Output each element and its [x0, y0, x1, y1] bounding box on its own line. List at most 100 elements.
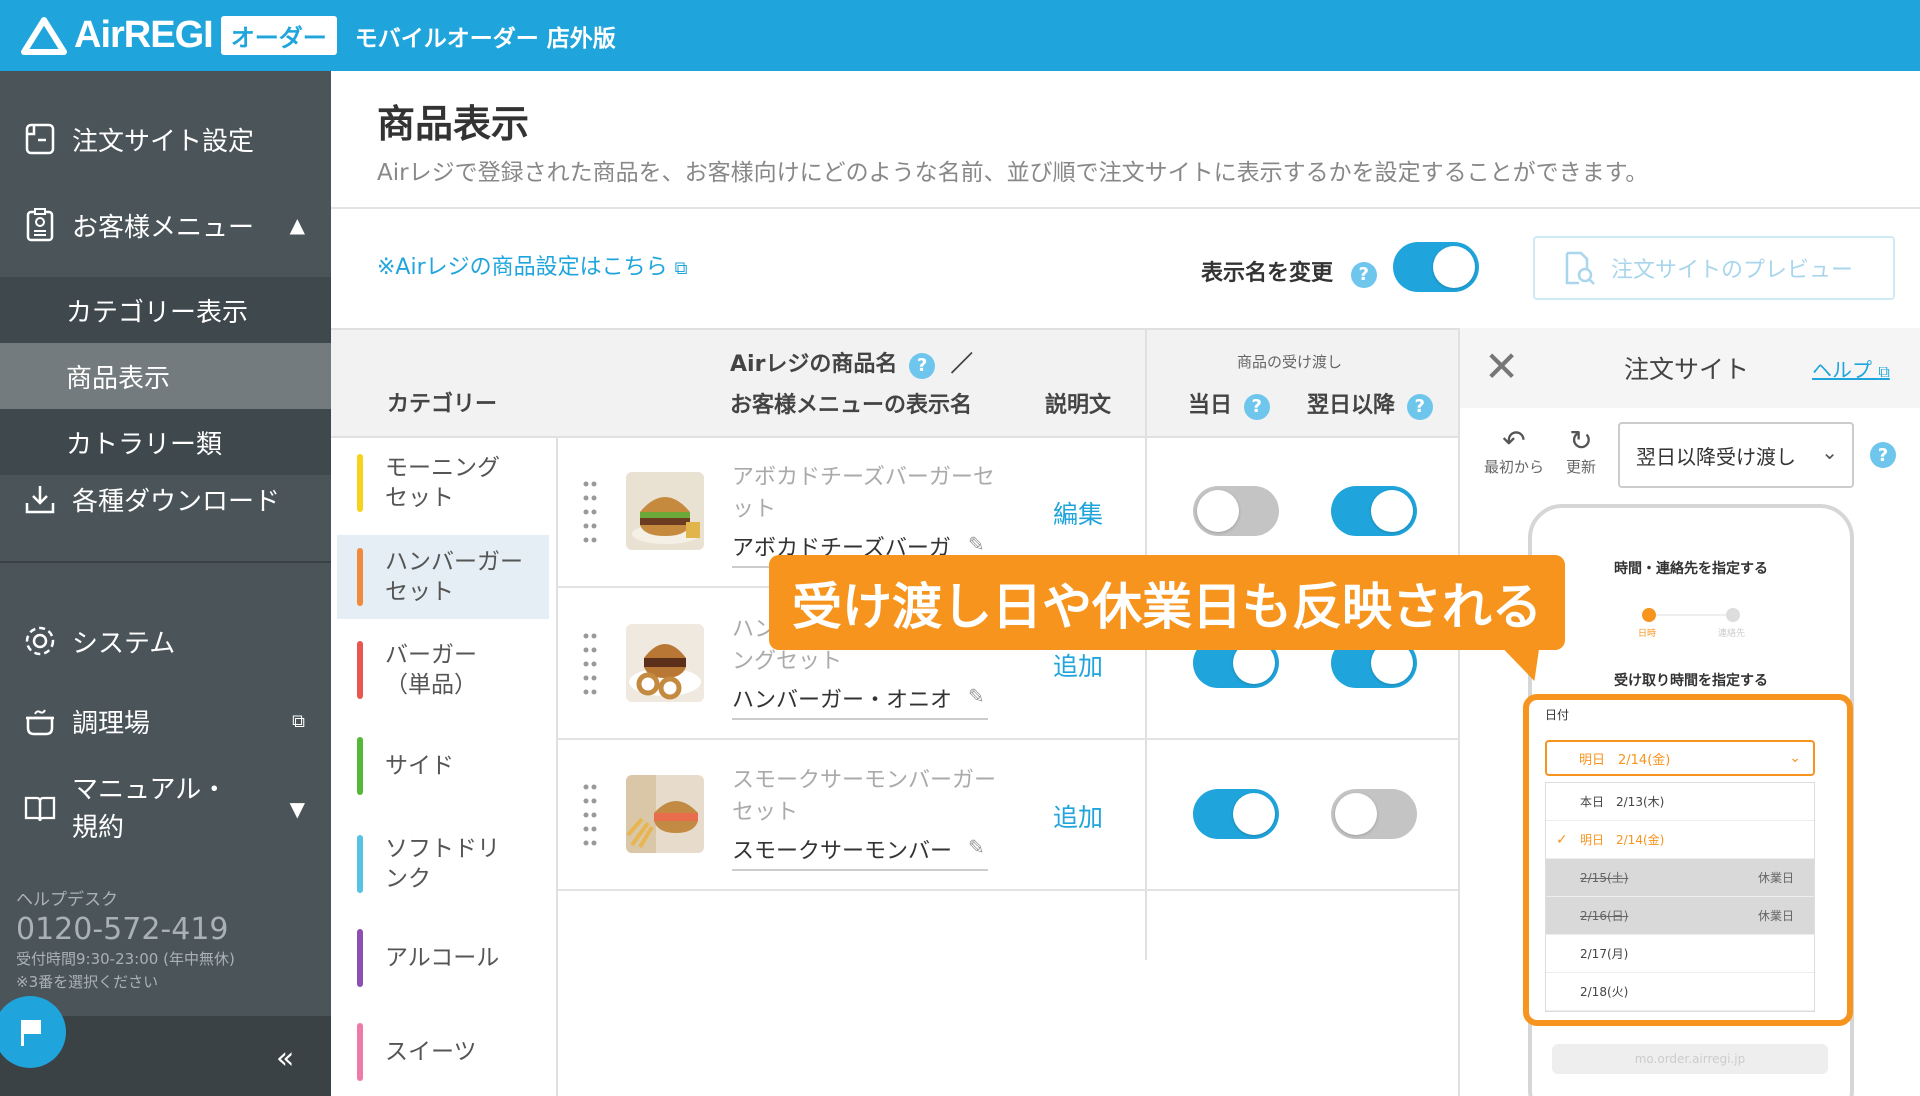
- step1-dot: [1642, 608, 1656, 622]
- category-label: バーガー （単品）: [385, 640, 477, 700]
- sidebar-subitem-product-display[interactable]: 商品表示: [0, 343, 331, 409]
- chevron-down-icon[interactable]: ▼: [290, 797, 305, 821]
- product-name-line1: スモークサーモンバーガー: [732, 768, 997, 793]
- page-description: Airレジで登録された商品を、お客様向けにどのような名前、並び順で注文サイトに表…: [377, 160, 1649, 186]
- category-item-hamburger-set[interactable]: ハンバーガー セット: [337, 535, 549, 619]
- refresh-label: 更新: [1566, 458, 1597, 476]
- category-color-bar: [357, 929, 363, 987]
- sidebar-item-system[interactable]: システム: [0, 617, 331, 665]
- undo-icon: ↶: [1502, 424, 1526, 457]
- help-icon[interactable]: ?: [909, 352, 936, 379]
- nextday-toggle[interactable]: [1331, 486, 1417, 536]
- panel-help-link[interactable]: ヘルプ ⧉: [1812, 354, 1890, 383]
- date-option: 2/15(土) 休業日: [1546, 859, 1814, 897]
- today-toggle[interactable]: [1193, 789, 1279, 839]
- category-label-line2: （単品）: [385, 672, 477, 698]
- category-item-morning[interactable]: モーニング セット: [337, 438, 549, 528]
- rename-toggle[interactable]: [1393, 242, 1479, 292]
- sidebar-item-label: 各種ダウンロード: [72, 486, 281, 517]
- pencil-icon[interactable]: ✎: [968, 684, 985, 708]
- display-name-field[interactable]: スモークサーモンバー: [732, 833, 988, 871]
- category-item-soft-drink[interactable]: ソフトドリ ンク: [337, 820, 549, 908]
- drag-handle-icon[interactable]: [582, 480, 598, 546]
- link-label: ※Airレジの商品設定はこちら: [377, 255, 668, 280]
- help-icon[interactable]: ?: [1870, 442, 1896, 468]
- flag-icon: [21, 1020, 41, 1046]
- sidebar-subitem-label: カトラリー類: [66, 429, 223, 460]
- category-item-alcohol[interactable]: アルコール: [337, 914, 549, 1002]
- external-link-icon: ⧉: [1878, 362, 1890, 381]
- pencil-icon[interactable]: ✎: [968, 532, 985, 556]
- product-image: [626, 775, 704, 853]
- drag-handle-icon[interactable]: [582, 632, 598, 698]
- close-icon[interactable]: ✕: [1484, 342, 1519, 391]
- date-select[interactable]: 明日 2/14(金) ⌄: [1545, 740, 1815, 776]
- date-option-label: 本日 2/13(木): [1580, 795, 1665, 809]
- divider: [331, 207, 1920, 209]
- today-toggle[interactable]: [1193, 486, 1279, 536]
- app-header: AirREGI オーダー モバイルオーダー 店外版: [0, 0, 1920, 71]
- step-indicator: 日時 連絡先: [1632, 608, 1752, 639]
- table-header: カテゴリー Airレジの商品名 ? ／ お客様メニューの表示名 説明文 商品の受…: [331, 328, 1458, 438]
- display-name-field[interactable]: ハンバーガー・オニオ: [732, 682, 988, 720]
- helpdesk-info: ヘルプデスク 0120-572-419 受付時間9:30-23:00 (年中無休…: [16, 885, 235, 993]
- help-icon[interactable]: ?: [1350, 261, 1377, 288]
- rename-toggle-label: 表示名を変更 ?: [1201, 255, 1377, 288]
- holiday-tag: 休業日: [1757, 909, 1794, 923]
- refresh-button[interactable]: ↻ 更新: [1566, 426, 1596, 477]
- site-settings-icon: [22, 121, 58, 157]
- sidebar-subitem-category-display[interactable]: カテゴリー表示: [0, 277, 331, 343]
- sidebar-item-site-settings[interactable]: 注文サイト設定: [0, 115, 331, 163]
- chevron-up-icon[interactable]: ▲: [290, 213, 305, 237]
- sidebar-subitem-label: カテゴリー表示: [66, 297, 249, 328]
- sidebar-subitem-cutlery[interactable]: カトラリー類: [0, 409, 331, 475]
- description-add-link[interactable]: 追加: [1053, 647, 1103, 683]
- date-option-label: 明日 2/14(金): [1580, 833, 1665, 847]
- help-icon[interactable]: ?: [1406, 393, 1433, 420]
- sidebar-item-customer-menu[interactable]: お客様メニュー ▲: [0, 201, 331, 249]
- logo-badge: オーダー: [220, 16, 337, 55]
- nextday-toggle[interactable]: [1331, 789, 1417, 839]
- category-label-line1: ソフトドリ: [385, 836, 500, 862]
- toggle-knob: [1433, 246, 1475, 288]
- date-option[interactable]: ✓ 明日 2/14(金): [1546, 821, 1814, 859]
- airregi-product-settings-link[interactable]: ※Airレジの商品設定はこちら ⧉: [377, 249, 688, 281]
- chevron-down-icon: ⌄: [1789, 750, 1801, 766]
- col-airregi-name: Airレジの商品名: [730, 352, 898, 377]
- date-option-label: 2/15(土): [1580, 871, 1629, 885]
- product-name-line2: ングセット: [732, 649, 843, 674]
- sidebar-item-kitchen[interactable]: 調理場 ⧉: [0, 697, 331, 745]
- helpdesk-note: ※3番を選択ください: [16, 973, 159, 991]
- category-item-burger[interactable]: バーガー （単品）: [337, 626, 549, 714]
- handover-select[interactable]: 翌日以降受け渡し ⌄: [1618, 422, 1854, 488]
- date-option[interactable]: 本日 2/13(木): [1546, 783, 1814, 821]
- product-image: [626, 624, 704, 702]
- category-color-bar: [357, 548, 363, 606]
- pencil-icon[interactable]: ✎: [968, 835, 985, 859]
- date-option[interactable]: 2/18(火): [1546, 973, 1814, 1011]
- collapse-sidebar-icon[interactable]: «: [276, 1041, 294, 1076]
- category-label: ハンバーガー セット: [385, 547, 523, 607]
- category-item-sweets[interactable]: スイーツ: [337, 1008, 549, 1096]
- sidebar-item-downloads[interactable]: 各種ダウンロード: [0, 475, 331, 523]
- category-item-side[interactable]: サイド: [337, 722, 549, 810]
- toggle-knob: [1197, 490, 1239, 532]
- sidebar-item-manual[interactable]: マニュアル・ 規約 ▼: [0, 769, 331, 849]
- description-edit-link[interactable]: 編集: [1053, 495, 1103, 531]
- date-option-label: 2/16(日): [1580, 909, 1629, 923]
- date-picker-highlight: 日付 明日 2/14(金) ⌄ 本日 2/13(木) ✓ 明日 2/14(金) 2…: [1523, 694, 1853, 1026]
- category-label: アルコール: [385, 945, 500, 971]
- preview-search-icon: [1565, 251, 1595, 285]
- check-icon: ✓: [1556, 831, 1568, 848]
- date-option[interactable]: 2/17(月): [1546, 935, 1814, 973]
- toggle-knob: [1233, 793, 1275, 835]
- col-name-wrap: Airレジの商品名 ? ／: [730, 346, 973, 379]
- category-label: ソフトドリ ンク: [385, 834, 500, 894]
- reset-button[interactable]: ↶ 最初から: [1484, 426, 1544, 477]
- preview-button[interactable]: 注文サイトのプレビュー: [1533, 236, 1895, 300]
- drag-handle-icon[interactable]: [582, 783, 598, 849]
- date-option: 2/16(日) 休業日: [1546, 897, 1814, 935]
- description-add-link[interactable]: 追加: [1053, 798, 1103, 834]
- help-icon[interactable]: ?: [1243, 393, 1270, 420]
- category-color-bar: [357, 737, 363, 795]
